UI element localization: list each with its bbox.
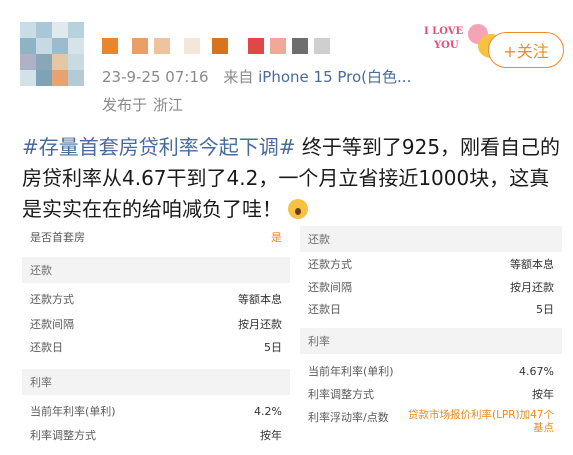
redacted-block <box>314 38 330 54</box>
section-header-rate: 利率 <box>22 369 290 395</box>
row-label: 利率浮动率/点数 <box>308 411 389 424</box>
first-home-row: 是否首套房 是 <box>22 226 290 248</box>
avatar-pixel <box>52 70 68 86</box>
repay-day-row: 还款日 5日 <box>300 298 562 320</box>
row-value: 4.67% <box>519 364 554 378</box>
sticker-text-1: I LOVE <box>424 26 464 37</box>
row-label: 当前年利率(单利) <box>30 405 116 418</box>
row-label: 是否首套房 <box>30 231 85 244</box>
repay-method-row: 还款方式 等额本息 <box>300 253 562 275</box>
row-label: 还款日 <box>30 341 63 354</box>
redacted-block <box>132 38 148 54</box>
row-label: 当前年利率(单利) <box>308 365 394 378</box>
avatar-pixel <box>68 22 84 38</box>
love-sticker: I LOVE YOU <box>420 22 504 62</box>
avatar-pixel <box>36 54 52 70</box>
follow-button[interactable]: +关注 <box>488 32 564 68</box>
avatar-pixel <box>68 38 84 54</box>
redacted-block <box>184 38 200 54</box>
row-value: 按月还款 <box>510 281 554 294</box>
post-text: #存量首套房贷利率今起下调# 终于等到了925，刚看自己的房贷利率从4.67干到… <box>22 132 567 225</box>
row-value: 按年 <box>260 429 282 442</box>
row-value: 贷款市场报价利率(LPR)加47个 基点 <box>408 409 554 435</box>
redacted-block <box>154 38 170 54</box>
repay-interval-row: 还款间隔 按月还款 <box>300 276 562 298</box>
repay-method-row: 还款方式 等额本息 <box>22 288 290 310</box>
avatar-pixel <box>52 54 68 70</box>
current-rate-row: 当前年利率(单利) 4.67% <box>300 360 562 382</box>
row-label: 利率调整方式 <box>30 429 96 442</box>
lpr-line-2: 基点 <box>533 422 554 434</box>
row-value: 按年 <box>532 388 554 401</box>
avatar-pixel <box>36 38 52 54</box>
avatar-pixel <box>20 22 36 38</box>
sticker-text-2: YOU <box>434 40 459 51</box>
source-prefix: 来自 <box>223 68 254 86</box>
avatar-pixel <box>52 22 68 38</box>
redacted-block <box>248 38 264 54</box>
avatar-pixel <box>20 70 36 86</box>
avatar-pixel <box>20 54 36 70</box>
row-label: 还款方式 <box>308 258 352 271</box>
row-label: 还款日 <box>308 303 341 316</box>
post-timestamp: 23-9-25 07:16 <box>102 68 209 86</box>
username-redacted[interactable] <box>102 38 330 54</box>
section-header-rate: 利率 <box>300 328 562 354</box>
row-value: 按月还款 <box>238 318 282 331</box>
rate-adjust-row: 利率调整方式 按年 <box>22 424 290 446</box>
row-value: 5日 <box>536 303 554 316</box>
avatar-pixel <box>68 54 84 70</box>
post-meta: 23-9-25 07:16 来自 iPhone 15 Pro(白色... <box>102 66 411 87</box>
location-prefix: 发布于 <box>102 96 148 114</box>
post-location: 发布于 浙江 <box>102 94 183 115</box>
row-value: 等额本息 <box>510 258 554 271</box>
row-value: 等额本息 <box>238 293 282 306</box>
avatar-pixel <box>36 22 52 38</box>
scared-face-icon <box>288 199 308 219</box>
hashtag-link[interactable]: #存量首套房贷利率今起下调# <box>22 135 296 159</box>
rate-float-row: 利率浮动率/点数 贷款市场报价利率(LPR)加47个 基点 <box>300 406 562 436</box>
repay-interval-row: 还款间隔 按月还款 <box>22 313 290 335</box>
rate-adjust-row: 利率调整方式 按年 <box>300 383 562 405</box>
avatar-pixel <box>68 70 84 86</box>
location-value: 浙江 <box>153 96 184 114</box>
redacted-block <box>212 38 228 54</box>
row-label: 利率调整方式 <box>308 388 374 401</box>
avatar-pixel <box>20 38 36 54</box>
current-rate-row: 当前年利率(单利) 4.2% <box>22 400 290 422</box>
row-label: 还款间隔 <box>308 281 352 294</box>
lpr-line-1: 贷款市场报价利率(LPR)加47个 <box>407 409 554 421</box>
avatar-pixel <box>36 70 52 86</box>
row-value: 是 <box>271 231 282 244</box>
redacted-block <box>270 38 286 54</box>
section-header-repay: 还款 <box>300 226 562 252</box>
device-link[interactable]: iPhone 15 Pro(白色... <box>258 68 411 86</box>
row-label: 还款间隔 <box>30 318 74 331</box>
redacted-block <box>292 38 308 54</box>
section-header-repay: 还款 <box>22 257 290 283</box>
row-value: 5日 <box>264 341 282 354</box>
redacted-block <box>102 38 118 54</box>
row-value: 4.2% <box>254 404 282 418</box>
avatar-pixel <box>52 38 68 54</box>
row-label: 还款方式 <box>30 293 74 306</box>
avatar[interactable] <box>20 22 84 86</box>
repay-day-row: 还款日 5日 <box>22 336 290 358</box>
